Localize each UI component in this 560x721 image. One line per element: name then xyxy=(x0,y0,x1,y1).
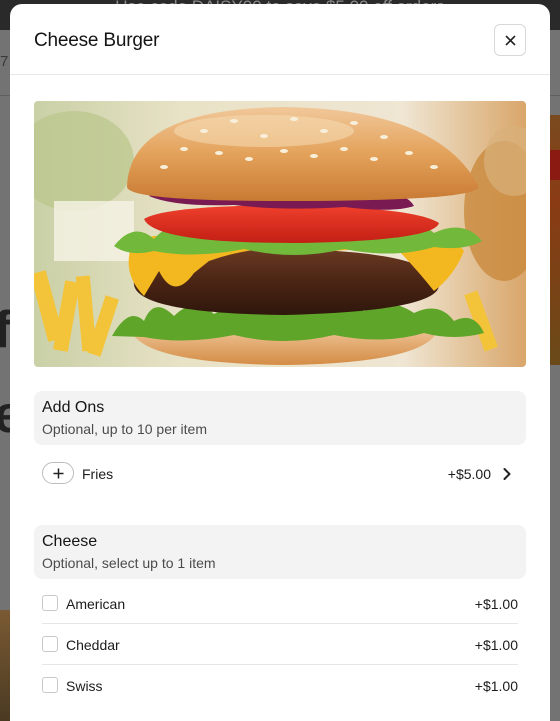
cheese-title: Cheese xyxy=(42,533,98,550)
option-price: +$1.00 xyxy=(474,596,518,612)
american-checkbox[interactable] xyxy=(42,595,58,611)
option-price: +$1.00 xyxy=(474,678,518,694)
add-ons-subtitle: Optional, up to 10 per item xyxy=(42,421,207,437)
cheese-option-american[interactable]: American +$1.00 xyxy=(42,583,518,624)
background-food-image-2 xyxy=(0,610,10,721)
addon-price: +$5.00 xyxy=(447,466,491,482)
add-ons-header: Add Ons Optional, up to 10 per item xyxy=(34,391,526,445)
close-icon xyxy=(505,35,515,45)
addon-item-fries[interactable]: Fries +$5.00 xyxy=(34,459,526,487)
cheese-option-swiss[interactable]: Swiss +$1.00 xyxy=(42,665,518,706)
option-label: American xyxy=(66,596,126,612)
cheese-option-cheddar[interactable]: Cheddar +$1.00 xyxy=(42,624,518,665)
option-price: +$1.00 xyxy=(474,637,518,653)
addon-name: Fries xyxy=(82,466,114,482)
cheese-subtitle: Optional, select up to 1 item xyxy=(42,555,216,571)
swiss-checkbox[interactable] xyxy=(42,677,58,693)
item-modal: Cheese Burger Add Ons Optional, up to 10… xyxy=(10,4,550,721)
background-logo-mark xyxy=(549,150,560,180)
cheese-header: Cheese Optional, select up to 1 item xyxy=(34,525,526,579)
option-label: Swiss xyxy=(66,678,103,694)
close-button[interactable] xyxy=(494,24,526,56)
cheddar-checkbox[interactable] xyxy=(42,636,58,652)
plus-icon xyxy=(53,468,63,478)
background-nav-fragment: 7 xyxy=(0,53,9,70)
add-ons-title: Add Ons xyxy=(42,399,105,416)
modal-header: Cheese Burger xyxy=(10,4,550,75)
option-label: Cheddar xyxy=(66,637,120,653)
chevron-right-icon[interactable] xyxy=(502,467,512,481)
cheeseburger-photo xyxy=(34,101,526,367)
add-fries-button[interactable] xyxy=(42,462,74,484)
modal-title: Cheese Burger xyxy=(34,30,160,51)
